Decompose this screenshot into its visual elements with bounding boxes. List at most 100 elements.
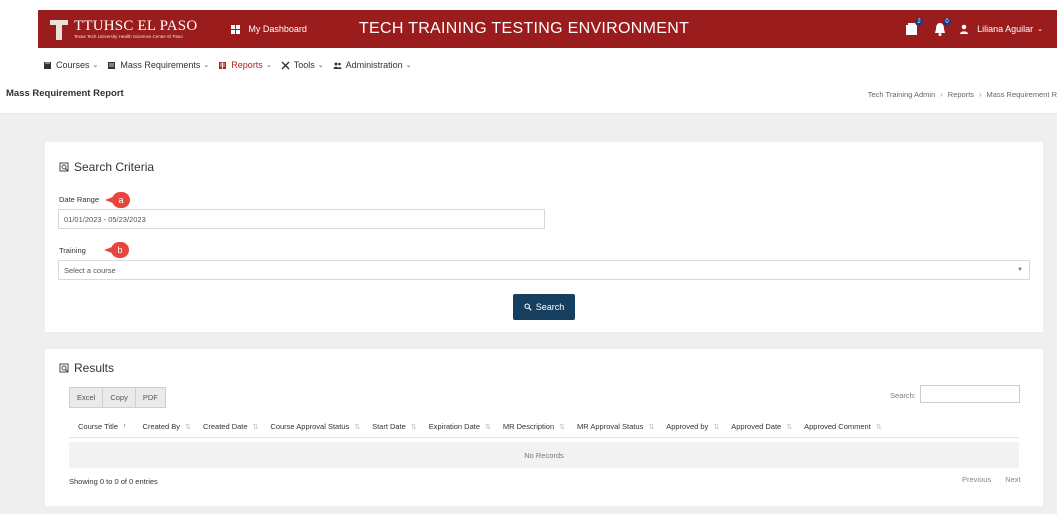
column-header-approved-date[interactable]: Approved Date ⇅ (731, 422, 792, 431)
search-criteria-card: Search Criteria Date Range a 01/01/2023 … (45, 142, 1043, 332)
menu-label: Reports (231, 60, 263, 70)
chevron-down-icon: ⌄ (92, 62, 99, 69)
next-page-button[interactable]: Next (1005, 475, 1020, 484)
sort-icon: ⇅ (252, 423, 259, 431)
column-label: MR Approval Status (577, 422, 644, 431)
breadcrumb-item[interactable]: Tech Training Admin (868, 90, 936, 99)
my-dashboard-link[interactable]: My Dashboard (231, 24, 307, 34)
chevron-down-icon: ⌄ (1037, 26, 1043, 33)
sort-asc-icon: ↑ (123, 423, 127, 430)
user-menu[interactable]: Liliana Aguilar ⌄ (959, 24, 1043, 34)
page-title: Mass Requirement Report (6, 88, 124, 99)
date-range-label: Date Range (59, 195, 100, 204)
people-icon (333, 62, 342, 69)
menu-mass-requirements[interactable]: Mass Requirements ⌄ (107, 60, 209, 70)
column-header-expiration-date[interactable]: Expiration Date ⇅ (429, 422, 491, 431)
sort-icon: ⇅ (713, 423, 720, 431)
chevron-down-icon: ⌄ (203, 62, 210, 69)
sort-icon: ⇅ (648, 423, 655, 431)
results-card: Results Excel Copy PDF Search: Course Ti… (45, 349, 1043, 506)
top-bar: TTUHSC EL PASO Texas Tech University Hea… (38, 10, 1057, 48)
sort-icon: ⇅ (354, 423, 361, 431)
breadcrumb-separator-icon: › (940, 90, 943, 99)
search-criteria-heading: Search Criteria (59, 160, 154, 174)
column-header-mr-approval-status[interactable]: MR Approval Status ⇅ (577, 422, 654, 431)
column-label: Approved by (666, 422, 709, 431)
menu-administration[interactable]: Administration ⌄ (333, 60, 412, 70)
dashboard-icon (231, 24, 241, 34)
sort-icon: ⇅ (786, 423, 793, 431)
search-icon (524, 303, 532, 311)
excel-button[interactable]: Excel (69, 387, 104, 408)
menu-label: Administration (345, 60, 403, 70)
column-header-start-date[interactable]: Start Date ⇅ (372, 422, 417, 431)
table-search-label: Search: (890, 391, 916, 400)
no-records-text: No Records (524, 450, 564, 460)
pdf-button[interactable]: PDF (135, 387, 166, 408)
column-label: Approved Comment (804, 422, 871, 431)
column-header-course-title[interactable]: Course Title ↑ (78, 422, 127, 431)
column-label: Course Title (78, 422, 119, 431)
search-button[interactable]: Search (513, 294, 575, 320)
breadcrumb-item[interactable]: Reports (948, 90, 974, 99)
table-search-input[interactable] (920, 385, 1020, 403)
logo-subtitle: Texas Tech University Health Sciences Ce… (74, 33, 183, 39)
export-button-group: Excel Copy PDF (69, 387, 166, 408)
sort-icon: ⇅ (485, 423, 491, 431)
date-range-value: 01/01/2023 - 05/23/2023 (64, 214, 146, 224)
date-range-input[interactable]: 01/01/2023 - 05/23/2023 (58, 209, 545, 229)
menu-courses[interactable]: Courses ⌄ (43, 60, 98, 70)
column-label: Expiration Date (428, 422, 481, 431)
column-header-approved-comment[interactable]: Approved Comment ⇅ (804, 422, 882, 431)
table-info: Showing 0 to 0 of 0 entries (69, 477, 158, 486)
ttuhsc-logo[interactable]: TTUHSC EL PASO Texas Tech University Hea… (50, 18, 197, 40)
column-header-created-date[interactable]: Created Date ⇅ (203, 422, 258, 431)
list-icon (108, 61, 116, 69)
sort-icon: ⇅ (559, 423, 566, 431)
messages-button[interactable]: 2 (905, 18, 924, 36)
search-report-icon (59, 162, 69, 172)
book-icon (44, 61, 51, 69)
sort-icon: ⇅ (185, 423, 191, 431)
dashboard-label: My Dashboard (248, 24, 307, 34)
previous-page-button[interactable]: Previous (962, 475, 991, 484)
logo-title: TTUHSC EL PASO (74, 17, 198, 34)
column-label: Approved Date (731, 422, 782, 431)
training-label: Training (59, 246, 86, 255)
column-header-created-by[interactable]: Created By ⇅ (143, 422, 191, 431)
user-name: Liliana Aguilar (977, 24, 1034, 34)
callout-b-marker: b (104, 242, 129, 258)
table-header: Course Title ↑ Created By ⇅ Created Date ⇅ … (69, 416, 1019, 438)
column-label: MR Description (502, 422, 555, 431)
breadcrumb: Tech Training Admin › Reports › Mass Require… (868, 90, 1057, 99)
notifications-button[interactable]: 0 (933, 18, 952, 36)
column-label: Start Date (372, 422, 406, 431)
column-label: Course Approval Status (270, 422, 350, 431)
copy-button[interactable]: Copy (103, 387, 136, 408)
empty-table-row: No Records (69, 442, 1019, 468)
sort-icon: ⇅ (875, 423, 882, 431)
caret-down-icon: ▼ (1017, 267, 1023, 273)
menu-label: Mass Requirements (120, 60, 201, 70)
column-label: Created By (142, 422, 181, 431)
chevron-down-icon: ⌄ (265, 62, 272, 69)
chevron-down-icon: ⌄ (405, 62, 412, 69)
sort-icon: ⇅ (410, 423, 417, 431)
main-menu: Courses ⌄ Mass Requirements ⌄ Reports ⌄ Too… (38, 55, 413, 75)
callout-a-marker: a (105, 192, 130, 208)
column-header-mr-description[interactable]: MR Description ⇅ (503, 422, 565, 431)
chevron-down-icon: ⌄ (317, 62, 324, 69)
column-header-course-approval-status[interactable]: Course Approval Status ⇅ (270, 422, 360, 431)
column-label: Created Date (202, 422, 248, 431)
tools-icon (281, 61, 290, 69)
menu-tools[interactable]: Tools ⌄ (281, 60, 324, 70)
training-select[interactable]: Select a course ▼ (58, 260, 1030, 280)
breadcrumb-separator-icon: › (979, 90, 982, 99)
menu-reports[interactable]: Reports ⌄ (218, 60, 272, 70)
search-criteria-title: Search Criteria (74, 160, 155, 174)
report-icon (219, 61, 227, 69)
messages-badge: 2 (915, 18, 924, 26)
page-header: Mass Requirement Report Tech Training Ad… (0, 76, 1057, 114)
training-select-value: Select a course (64, 265, 116, 275)
column-header-approved-by[interactable]: Approved by ⇅ (666, 422, 719, 431)
